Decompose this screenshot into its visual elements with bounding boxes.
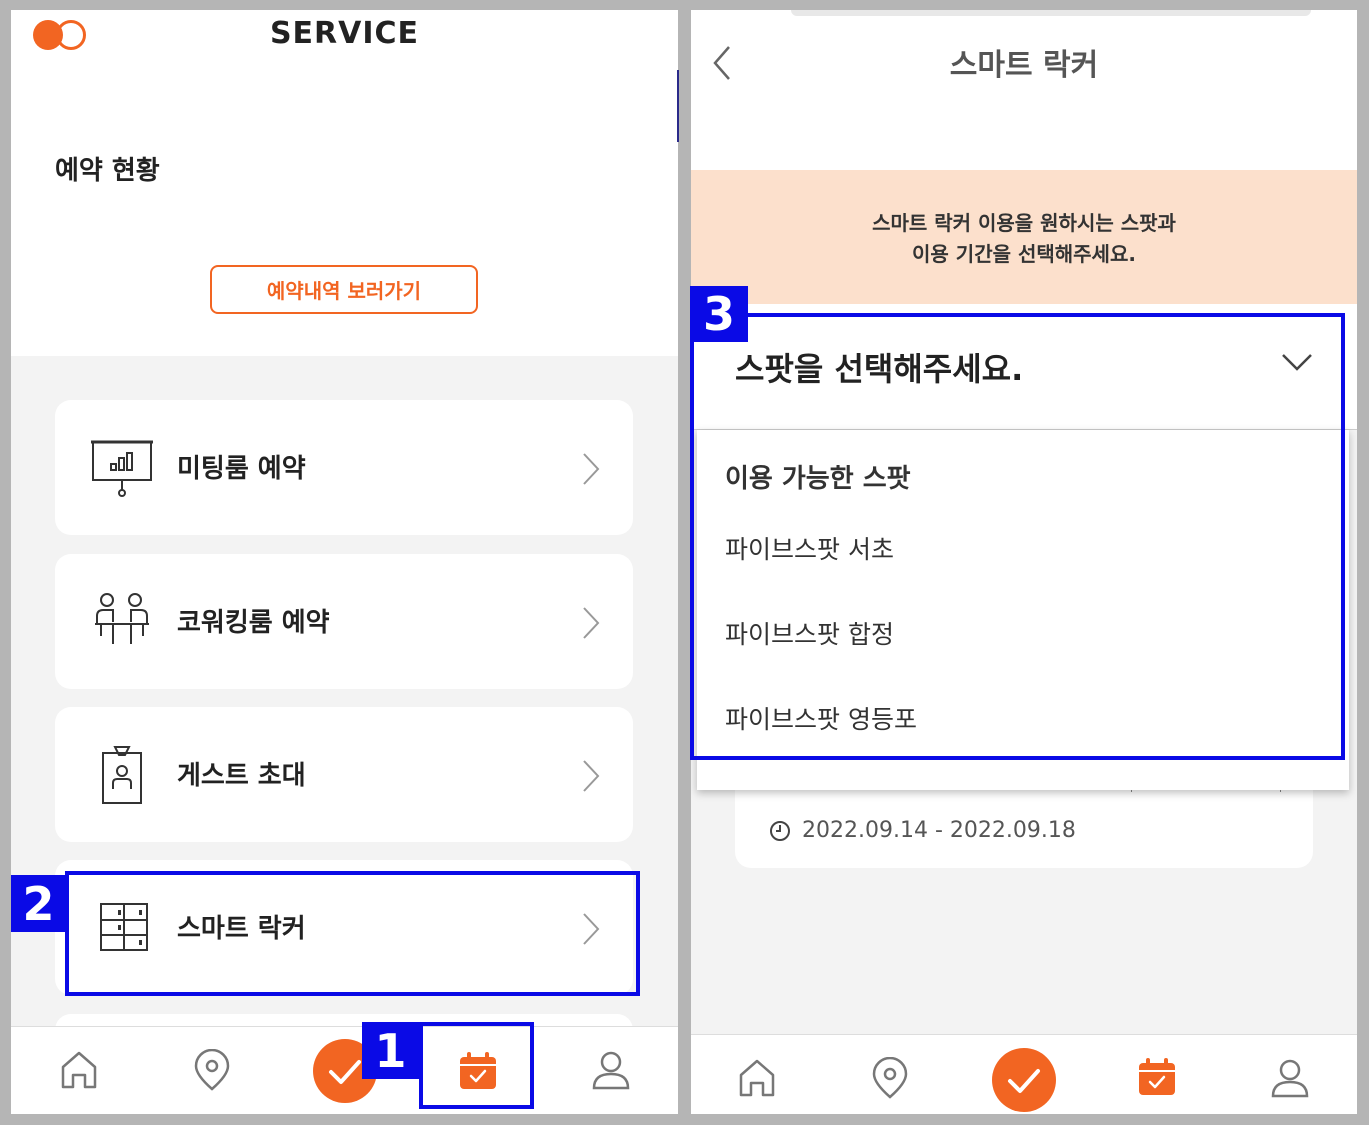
user-icon[interactable] <box>591 1049 631 1091</box>
menu-item-guest-invite[interactable]: 게스트 초대 <box>55 707 633 842</box>
header-shadow <box>791 10 1311 16</box>
bottom-nav <box>11 1026 678 1114</box>
guest-badge-icon <box>102 746 142 804</box>
notice-line-1: 스마트 락커 이용을 원하시는 스팟과 <box>872 211 1176 235</box>
menu-item-label: 코워킹룸 예약 <box>177 608 330 638</box>
divider <box>677 70 679 142</box>
calendar-icon[interactable] <box>1137 1057 1177 1099</box>
menu-item-meeting-room[interactable]: 미팅룸 예약 <box>55 400 633 535</box>
notice-banner: 스마트 락커 이용을 원하시는 스팟과 이용 기간을 선택해주세요. <box>691 170 1357 304</box>
menu-item-coworking-room[interactable]: 코워킹룸 예약 <box>55 554 633 689</box>
chevron-right-icon <box>583 453 600 485</box>
chevron-right-icon <box>583 607 600 639</box>
presentation-board-icon <box>91 440 153 497</box>
location-icon[interactable] <box>192 1049 232 1091</box>
annotation-box-2 <box>65 871 640 996</box>
annotation-badge-1: 1 <box>362 1022 419 1079</box>
date-range: 2022.09.14 - 2022.09.18 <box>802 818 1076 843</box>
header-section <box>691 10 1357 170</box>
bottom-nav <box>691 1034 1357 1114</box>
home-icon[interactable] <box>737 1057 777 1099</box>
clock-icon <box>770 821 790 841</box>
location-icon[interactable] <box>870 1057 910 1099</box>
page-title: SERVICE <box>269 16 420 51</box>
menu-item-label: 미팅룸 예약 <box>177 454 306 484</box>
page-title: 스마트 락커 <box>949 48 1099 83</box>
view-reservations-button[interactable]: 예약내역 보러가기 <box>210 265 478 314</box>
annotation-box-3 <box>690 313 1345 760</box>
check-button[interactable] <box>992 1048 1056 1112</box>
menu-item-label: 게스트 초대 <box>177 761 306 791</box>
notice-line-2: 이용 기간을 선택해주세요. <box>912 242 1136 266</box>
check-icon <box>1008 1069 1040 1093</box>
chevron-right-icon <box>583 760 600 792</box>
home-icon[interactable] <box>59 1049 99 1091</box>
annotation-badge-2: 2 <box>11 875 66 932</box>
annotation-box-1 <box>419 1022 534 1109</box>
reservation-status-title: 예약 현황 <box>55 156 160 186</box>
user-icon[interactable] <box>1270 1057 1310 1099</box>
people-desk-icon <box>95 593 149 644</box>
annotation-badge-3: 3 <box>690 286 748 342</box>
